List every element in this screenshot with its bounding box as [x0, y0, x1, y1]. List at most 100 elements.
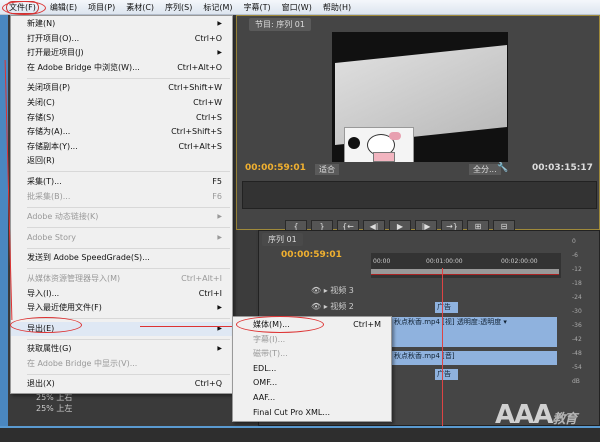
menu-item[interactable]: 采集(T)... F5 — [11, 175, 232, 190]
tools-panel — [236, 230, 256, 325]
meter-tick: 0 — [572, 238, 576, 245]
menu-item[interactable]: 在 Adobe Bridge 中显示(V)... — [11, 357, 232, 372]
watermark-logo: AAA教育 — [495, 400, 577, 430]
submenu-arrow-icon: ▶ — [217, 324, 222, 332]
meter-tick: -48 — [572, 350, 582, 357]
menu-item[interactable]: 关闭(C) Ctrl+W — [11, 96, 232, 111]
menu-item-label: Adobe 动态链接(K) — [27, 212, 99, 222]
track-video-3[interactable]: 👁 ▸ 视频 3 — [311, 285, 354, 296]
menu-item-label: 关闭项目(P) — [27, 83, 71, 93]
project-panel: 25% 上右 25% 上左 — [8, 392, 233, 426]
menu-item[interactable]: 关闭项目(P) Ctrl+Shift+W — [11, 81, 232, 96]
timeline-tab[interactable]: 序列 01 — [262, 233, 303, 246]
menu-item-label: 发送到 Adobe SpeedGrade(S)... — [27, 253, 150, 263]
menu-item[interactable]: 存储为(A)... Ctrl+Shift+S — [11, 125, 232, 140]
menu-item-label: Final Cut Pro XML... — [253, 407, 331, 417]
meter-tick: -30 — [572, 308, 582, 315]
meter-tick: -6 — [572, 252, 578, 259]
menu-item-label: 关闭(C) — [27, 97, 55, 107]
timeline-timecode[interactable]: 00:00:59:01 — [281, 250, 342, 260]
submenu-arrow-icon: ▶ — [217, 345, 222, 353]
menu-item-label: 磁带(T)... — [253, 349, 288, 359]
menu-item[interactable]: 新建(N) ▶ — [11, 17, 232, 32]
menu-1[interactable]: 编辑(E) — [50, 2, 77, 13]
menu-item[interactable]: AAF... — [233, 391, 391, 406]
menu-separator — [27, 247, 230, 249]
menu-2[interactable]: 项目(P) — [88, 2, 115, 13]
monitor-time-ruler[interactable] — [242, 181, 597, 209]
menu-3[interactable]: 素材(C) — [126, 2, 154, 13]
menu-4[interactable]: 序列(S) — [165, 2, 192, 13]
program-monitor-tab[interactable]: 节目: 序列 01 — [249, 18, 311, 31]
menu-item-label: 获取属性(G) — [27, 344, 72, 354]
menu-6[interactable]: 字幕(T) — [244, 2, 271, 13]
menu-item[interactable]: 退出(X) Ctrl+Q — [11, 377, 232, 392]
wrench-icon[interactable]: 🔧 — [497, 163, 508, 173]
menu-item[interactable]: 磁带(T)... — [233, 347, 391, 362]
file-menu: 新建(N) ▶ 打开项目(O)... Ctrl+O 打开最近项目(J) ▶ 在 Adobe … — [10, 15, 233, 395]
menu-separator — [27, 77, 230, 79]
annotation-arrow-right — [140, 326, 232, 327]
timeline-ruler[interactable]: 00:00 00:01:00:00 00:02:00:00 — [371, 253, 561, 278]
menu-item[interactable]: 存储副本(Y)... Ctrl+Alt+S — [11, 140, 232, 155]
hello-kitty-overlay — [344, 127, 414, 162]
menu-item-label: OMF... — [253, 378, 278, 388]
clip-video[interactable]: 秋点秋香.mp4 [视] 透明度:透明度 ▾ — [392, 317, 557, 347]
menu-item[interactable]: 获取属性(G) ▶ — [11, 342, 232, 357]
menu-8[interactable]: 帮助(H) — [323, 2, 351, 13]
menu-item-shortcut: Ctrl+S — [195, 112, 222, 122]
menu-item[interactable]: EDL... — [233, 362, 391, 377]
menu-separator — [27, 227, 230, 229]
menu-item[interactable]: 在 Adobe Bridge 中浏览(W)... Ctrl+Alt+O — [11, 61, 232, 76]
annotation-circle-media — [236, 316, 324, 333]
menu-item-label: EDL... — [253, 363, 277, 373]
submenu-arrow-icon: ▶ — [217, 213, 222, 221]
menu-item[interactable]: 导入(I)... Ctrl+I — [11, 287, 232, 302]
meter-tick: -18 — [572, 280, 582, 287]
menu-item[interactable]: 批采集(B)... F6 — [11, 190, 232, 205]
menu-item[interactable]: 导入最近使用文件(F) ▶ — [11, 301, 232, 316]
menu-item[interactable]: 发送到 Adobe SpeedGrade(S)... — [11, 251, 232, 266]
menu-item[interactable]: 从媒体资源管理器导入(M) Ctrl+Alt+I — [11, 272, 232, 287]
menu-item-shortcut: Ctrl+M — [353, 320, 381, 329]
clip-ad-audio[interactable]: 广告 — [435, 369, 458, 380]
menu-item-label: 从媒体资源管理器导入(M) — [27, 273, 121, 283]
menu-item[interactable]: 打开最近项目(J) ▶ — [11, 46, 232, 61]
meter-tick: -12 — [572, 266, 582, 273]
menu-item-label: 存储副本(Y)... — [27, 141, 78, 151]
menu-item[interactable]: Adobe 动态链接(K) ▶ — [11, 210, 232, 225]
track-video-2[interactable]: 👁 ▸ 视频 2 — [311, 301, 354, 312]
menu-item[interactable]: 打开项目(O)... Ctrl+O — [11, 32, 232, 47]
menu-7[interactable]: 窗口(W) — [282, 2, 312, 13]
menu-item[interactable]: 返回(R) — [11, 154, 232, 169]
project-item[interactable]: 25% 上左 — [8, 403, 233, 414]
menu-item[interactable]: OMF... — [233, 376, 391, 391]
menu-item-shortcut: Ctrl+Shift+S — [171, 127, 222, 137]
menu-separator — [27, 373, 230, 375]
menu-5[interactable]: 标记(M) — [203, 2, 232, 13]
menu-item[interactable]: 存储(S) Ctrl+S — [11, 111, 232, 126]
menu-item-label: 新建(N) — [27, 19, 56, 28]
menu-item-label: 导入最近使用文件(F) — [27, 303, 102, 313]
menu-item-label: 导入(I)... — [27, 288, 60, 298]
menu-item-label: 打开最近项目(J) — [27, 48, 84, 58]
zoom-dropdown[interactable]: 适合 — [315, 164, 339, 175]
menu-item[interactable]: Final Cut Pro XML... — [233, 406, 391, 421]
menu-item-shortcut: F6 — [212, 191, 222, 201]
menu-item-shortcut: Ctrl+O — [194, 33, 222, 43]
menu-item-label: AAF... — [253, 392, 276, 402]
meter-tick: -42 — [572, 336, 582, 343]
quality-dropdown[interactable]: 全分... — [469, 164, 501, 175]
playhead[interactable] — [442, 268, 443, 426]
meter-tick: -24 — [572, 294, 582, 301]
menu-item-label: 在 Adobe Bridge 中显示(V)... — [27, 358, 138, 368]
menu-item-shortcut: Ctrl+Alt+O — [177, 62, 222, 72]
menu-item[interactable]: Adobe Story ▶ — [11, 231, 232, 246]
export-submenu: 媒体(M)... Ctrl+M 字幕(I)... 磁带(T)... EDL... OMF.… — [232, 316, 392, 423]
menu-separator — [27, 206, 230, 208]
menu-item[interactable]: 字幕(I)... — [233, 333, 391, 348]
program-timecode[interactable]: 00:00:59:01 — [245, 163, 306, 173]
clip-ad-video[interactable]: 广告 — [435, 302, 458, 313]
clip-audio[interactable]: 秋点秋香.mp4 [音] — [392, 351, 557, 365]
annotation-circle-file — [2, 1, 46, 15]
